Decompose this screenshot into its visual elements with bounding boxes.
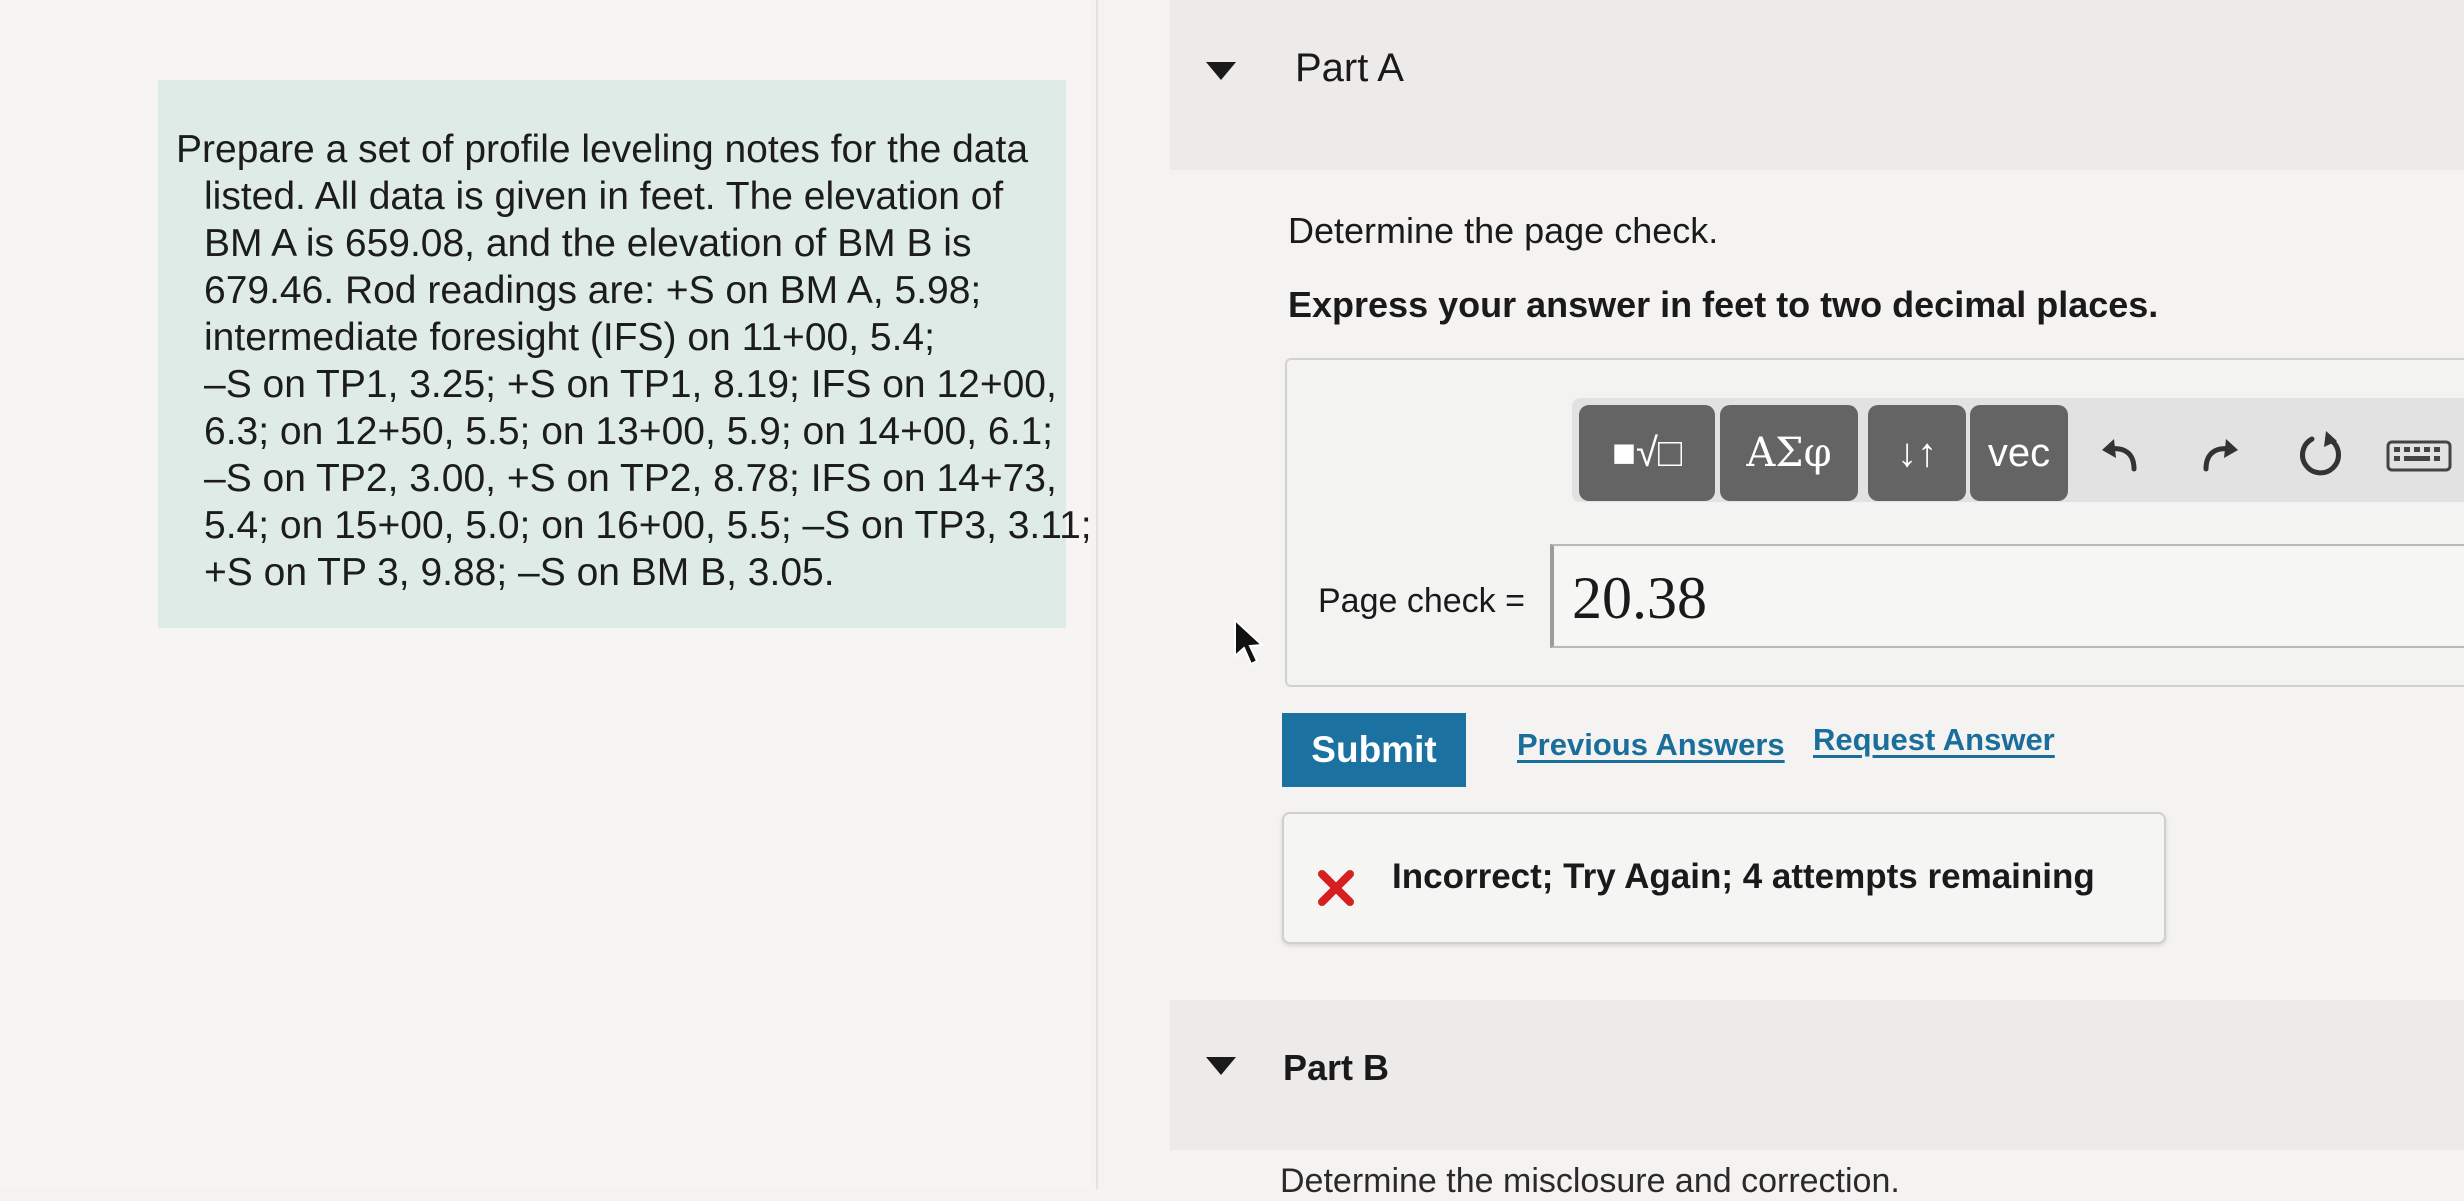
problem-statement-box: Prepare a set of profile leveling notes … [158, 80, 1092, 628]
question-text: Determine the page check. [1288, 210, 1719, 251]
templates-button[interactable]: ■√□ [1579, 405, 1715, 501]
collapse-caret-icon[interactable] [1206, 62, 1236, 80]
arrows-label: ↓↑ [1897, 430, 1937, 475]
request-answer-link[interactable]: Request Answer [1813, 722, 2055, 758]
collapse-caret-icon[interactable] [1206, 1057, 1236, 1075]
arrows-button[interactable]: ↓↑ [1868, 405, 1966, 501]
problem-line: –S on TP1, 3.25; +S on TP1, 8.19; IFS on… [204, 363, 1057, 406]
templates-label: ■√□ [1611, 430, 1683, 475]
problem-line: listed. All data is given in feet. The e… [204, 175, 1004, 218]
answer-instruction: Express your answer in feet to two decim… [1288, 284, 2159, 325]
answer-label: Page check = [1318, 582, 1525, 620]
vector-button[interactable]: vec [1970, 405, 2068, 501]
problem-line: 6.3; on 12+50, 5.5; on 13+00, 5.9; on 14… [204, 410, 1053, 453]
part-b-title: Part B [1283, 1047, 1390, 1088]
previous-answers-link[interactable]: Previous Answers [1517, 727, 1785, 763]
greek-label: ΑΣφ [1746, 430, 1832, 476]
submit-button[interactable]: Submit [1282, 713, 1466, 787]
problem-line: –S on TP2, 3.00, +S on TP2, 8.78; IFS on… [204, 457, 1057, 500]
reset-icon[interactable] [2290, 425, 2350, 485]
part-a-title: Part A [1295, 46, 1404, 90]
incorrect-x-icon [1318, 870, 1354, 906]
problem-statement: Prepare a set of profile leveling notes … [176, 126, 1092, 596]
problem-line: 679.46. Rod readings are: +S on BM A, 5.… [204, 269, 982, 312]
answer-input[interactable]: 20.38 [1550, 544, 2464, 648]
part-b-question: Determine the misclosure and correction. [1280, 1162, 1900, 1200]
problem-line: +S on TP 3, 9.88; –S on BM B, 3.05. [204, 551, 835, 594]
submit-label: Submit [1311, 729, 1437, 770]
problem-line: Prepare a set of profile leveling notes … [176, 128, 1029, 171]
undo-icon[interactable] [2090, 425, 2150, 485]
problem-line: BM A is 659.08, and the elevation of BM … [204, 222, 972, 265]
greek-symbols-button[interactable]: ΑΣφ [1720, 405, 1858, 501]
mouse-pointer-icon [1234, 618, 1265, 666]
answer-value: 20.38 [1572, 565, 1707, 631]
feedback-message: Incorrect; Try Again; 4 attempts remaini… [1392, 857, 2095, 896]
keyboard-icon[interactable] [2384, 425, 2454, 485]
panel-divider [1096, 0, 1098, 1189]
problem-line: intermediate foresight (IFS) on 11+00, 5… [204, 316, 935, 359]
redo-icon[interactable] [2190, 425, 2250, 485]
vector-label: vec [1987, 430, 2051, 475]
problem-line: 5.4; on 15+00, 5.0; on 16+00, 5.5; –S on… [204, 504, 1092, 547]
problem-panel: Prepare a set of profile leveling notes … [0, 0, 1092, 1189]
